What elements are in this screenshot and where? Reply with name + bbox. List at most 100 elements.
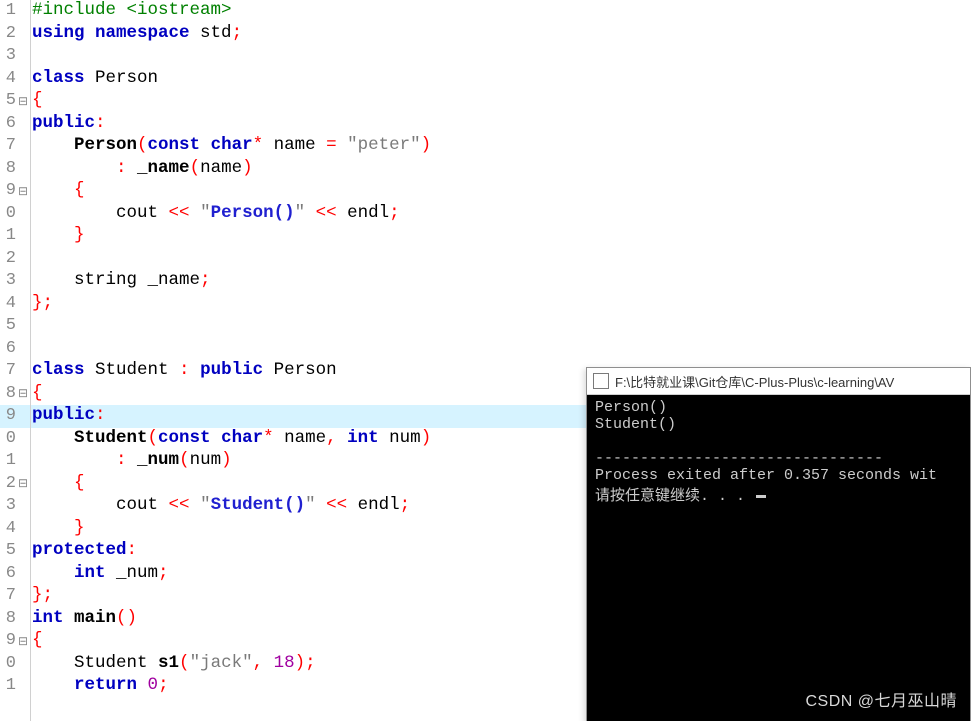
console-line: -------------------------------- (595, 450, 883, 467)
line-number: 2 (0, 248, 16, 271)
fold-icon (16, 675, 30, 698)
fold-icon (16, 23, 30, 46)
line-number: 7 (0, 585, 16, 608)
code-line[interactable]: 7 Person(const char* name = "peter") (0, 135, 971, 158)
gutter-separator (30, 0, 31, 721)
code-text[interactable] (30, 248, 971, 271)
code-line[interactable]: 9⊟ { (0, 180, 971, 203)
fold-icon (16, 315, 30, 338)
line-number: 6 (0, 563, 16, 586)
fold-icon[interactable]: ⊟ (16, 630, 30, 653)
code-text[interactable] (30, 45, 971, 68)
line-number: 2 (0, 23, 16, 46)
fold-icon (16, 518, 30, 541)
code-text[interactable]: { (30, 180, 971, 203)
fold-icon (16, 203, 30, 226)
line-number: 1 (0, 225, 16, 248)
fold-icon[interactable]: ⊟ (16, 180, 30, 203)
code-text[interactable]: cout << "Person()" << endl; (30, 203, 971, 226)
fold-icon (16, 360, 30, 383)
fold-icon (16, 68, 30, 91)
fold-icon (16, 608, 30, 631)
line-number: 9 (0, 405, 16, 428)
watermark: CSDN @七月巫山晴 (805, 687, 957, 711)
console-cursor (756, 495, 766, 498)
code-line[interactable]: 3 (0, 45, 971, 68)
code-line[interactable]: 6 (0, 338, 971, 361)
line-number: 4 (0, 293, 16, 316)
fold-icon (16, 540, 30, 563)
line-number: 1 (0, 0, 16, 23)
line-number: 7 (0, 360, 16, 383)
fold-icon (16, 338, 30, 361)
fold-icon (16, 585, 30, 608)
code-line[interactable]: 5⊟{ (0, 90, 971, 113)
line-number: 9 (0, 180, 16, 203)
line-number: 6 (0, 338, 16, 361)
line-number: 8 (0, 608, 16, 631)
code-text[interactable] (30, 338, 971, 361)
line-number: 0 (0, 428, 16, 451)
fold-icon (16, 495, 30, 518)
line-number: 6 (0, 113, 16, 136)
code-text[interactable]: : _name(name) (30, 158, 971, 181)
code-text[interactable] (30, 315, 971, 338)
line-number: 3 (0, 45, 16, 68)
line-number: 1 (0, 450, 16, 473)
console-titlebar[interactable]: F:\比特就业课\Git仓库\C-Plus-Plus\c-learning\AV (587, 368, 970, 395)
line-number: 0 (0, 653, 16, 676)
line-number: 3 (0, 495, 16, 518)
code-line[interactable]: 0 cout << "Person()" << endl; (0, 203, 971, 226)
code-line[interactable]: 6 public: (0, 113, 971, 136)
code-text[interactable]: string _name; (30, 270, 971, 293)
code-text[interactable]: using namespace std; (30, 23, 971, 46)
fold-icon[interactable]: ⊟ (16, 473, 30, 496)
line-number: 2 (0, 473, 16, 496)
fold-icon (16, 248, 30, 271)
line-number: 8 (0, 383, 16, 406)
fold-icon (16, 653, 30, 676)
fold-icon (16, 563, 30, 586)
code-line[interactable]: 2 using namespace std; (0, 23, 971, 46)
code-line[interactable]: 4}; (0, 293, 971, 316)
fold-icon (16, 293, 30, 316)
code-text[interactable]: class Person (30, 68, 971, 91)
line-number: 7 (0, 135, 16, 158)
fold-icon (16, 135, 30, 158)
console-line: Student() (595, 416, 676, 433)
code-text[interactable]: }; (30, 293, 971, 316)
fold-icon (16, 158, 30, 181)
code-line[interactable]: 4class Person (0, 68, 971, 91)
code-text[interactable]: { (30, 90, 971, 113)
console-line: 请按任意键继续. . . (595, 488, 754, 505)
code-line[interactable]: 2 (0, 248, 971, 271)
console-output[interactable]: Person() Student() ---------------------… (587, 395, 970, 721)
code-text[interactable]: Person(const char* name = "peter") (30, 135, 971, 158)
code-line[interactable]: 1 } (0, 225, 971, 248)
console-title-text: F:\比特就业课\Git仓库\C-Plus-Plus\c-learning\AV (615, 372, 894, 391)
fold-icon (16, 0, 30, 23)
line-number: 4 (0, 518, 16, 541)
code-line[interactable]: 5 (0, 315, 971, 338)
code-line[interactable]: 8 : _name(name) (0, 158, 971, 181)
line-number: 3 (0, 270, 16, 293)
console-icon (593, 373, 609, 389)
code-line[interactable]: 1 #include <iostream> (0, 0, 971, 23)
fold-icon (16, 450, 30, 473)
line-number: 5 (0, 540, 16, 563)
line-number: 9 (0, 630, 16, 653)
fold-icon[interactable]: ⊟ (16, 383, 30, 406)
fold-icon (16, 113, 30, 136)
code-text[interactable]: #include <iostream> (30, 0, 971, 23)
fold-icon (16, 45, 30, 68)
line-number: 5 (0, 90, 16, 113)
console-window[interactable]: F:\比特就业课\Git仓库\C-Plus-Plus\c-learning\AV… (586, 367, 971, 721)
line-number: 5 (0, 315, 16, 338)
fold-icon[interactable]: ⊟ (16, 90, 30, 113)
code-line[interactable]: 3 string _name; (0, 270, 971, 293)
console-line: Process exited after 0.357 seconds wit (595, 467, 937, 484)
line-number: 0 (0, 203, 16, 226)
fold-icon (16, 405, 30, 428)
code-text[interactable]: public: (30, 113, 971, 136)
code-text[interactable]: } (30, 225, 971, 248)
